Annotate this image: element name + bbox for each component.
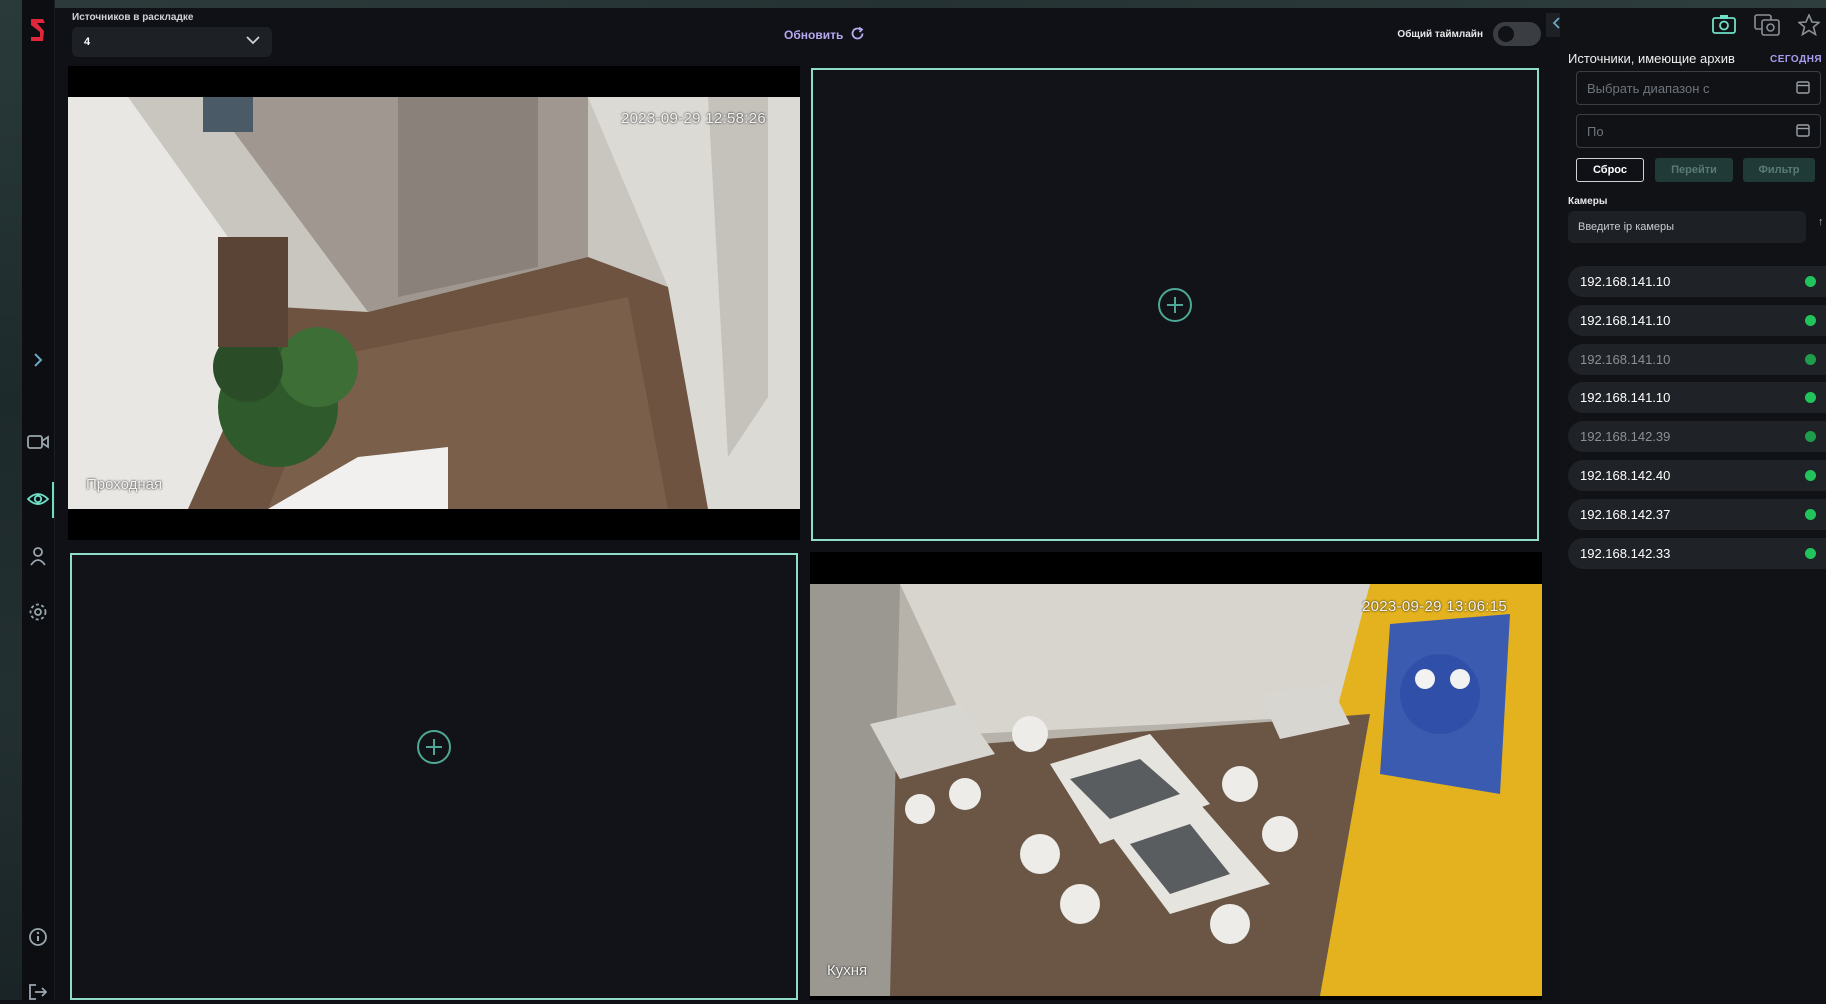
chevron-left-icon <box>1552 16 1560 34</box>
camera-list-item[interactable]: 192.168.141.10 <box>1568 382 1826 414</box>
reset-button[interactable]: Сброс <box>1576 158 1644 182</box>
layout-count-value: 4 <box>84 36 91 48</box>
panel-toolbar <box>1712 12 1822 41</box>
video-camera-icon[interactable] <box>26 430 50 454</box>
camera-ip: 192.168.141.10 <box>1580 390 1671 406</box>
camera-timestamp: 2023-09-29 13:06:15 <box>1362 598 1507 615</box>
refresh-button[interactable]: Обновить <box>784 26 865 44</box>
online-status-dot <box>1805 314 1816 326</box>
filter-button[interactable]: Фильтр <box>1743 158 1815 182</box>
camera-list-item[interactable]: 192.168.142.40 <box>1568 460 1826 491</box>
background-strip-top <box>0 0 1826 8</box>
camera-ip: 192.168.141.10 <box>1580 351 1671 367</box>
camera-ip: 192.168.142.40 <box>1580 468 1671 483</box>
go-button[interactable]: Перейти <box>1655 158 1733 182</box>
camera-ip: 192.168.142.33 <box>1580 545 1671 561</box>
online-status-dot <box>1805 547 1816 559</box>
camera-ip-search[interactable]: Введите ip камеры <box>1568 211 1806 243</box>
date-to-placeholder: По <box>1587 123 1604 139</box>
calendar-icon[interactable] <box>1796 80 1810 97</box>
camera-ip: 192.168.142.39 <box>1580 429 1671 445</box>
snapshot-camera-icon[interactable] <box>1712 14 1736 41</box>
video-tile-2-empty[interactable] <box>811 68 1539 541</box>
cameras-label: Камеры <box>1568 196 1608 207</box>
sort-icon[interactable]: ↑ <box>1818 216 1824 228</box>
camera-list-item[interactable]: 192.168.141.10 <box>1568 304 1826 336</box>
star-icon[interactable] <box>1796 12 1822 41</box>
camera-list-item[interactable]: 192.168.142.39 <box>1568 421 1826 453</box>
online-status-dot <box>1805 353 1816 365</box>
gear-icon[interactable] <box>26 600 50 624</box>
background-strip-left <box>0 0 22 1000</box>
video-tile-3-empty[interactable] <box>70 553 798 1000</box>
logout-icon[interactable] <box>26 980 50 1004</box>
camera-ip-placeholder: Введите ip камеры <box>1578 221 1675 233</box>
eye-icon[interactable] <box>26 487 50 511</box>
active-indicator <box>52 482 54 518</box>
camera-ip: 192.168.141.10 <box>1580 312 1671 328</box>
refresh-label: Обновить <box>784 28 844 42</box>
video-tile-4[interactable]: 2023-09-29 13:06:15 Кухня <box>810 552 1542 1000</box>
date-from-field[interactable]: Выбрать диапазон с <box>1576 71 1821 105</box>
online-status-dot <box>1805 508 1816 520</box>
camera-list-item[interactable]: 192.168.141.10 <box>1568 266 1826 297</box>
top-bar: Источников в раскладке 4 Обновить Общий … <box>54 8 1551 64</box>
camera-timestamp: 2023-09-29 12:58:26 <box>621 110 766 127</box>
left-nav-rail <box>22 0 55 1000</box>
camera-name: Кухня <box>827 962 868 979</box>
shared-timeline-toggle[interactable] <box>1493 22 1541 46</box>
camera-list-item[interactable]: 192.168.141.10 <box>1568 343 1826 375</box>
online-status-dot <box>1805 431 1816 443</box>
panel-title: Источники, имеющие архив <box>1568 51 1735 66</box>
camera-ip: 192.168.142.37 <box>1580 506 1671 522</box>
video-tile-1[interactable]: 2023-09-29 12:58:26 Проходная <box>68 66 800 540</box>
online-status-dot <box>1805 392 1816 404</box>
today-link[interactable]: СЕГОДНЯ <box>1770 54 1822 65</box>
brand-logo-icon[interactable] <box>26 18 50 42</box>
layout-count-label: Источников в раскладке <box>72 12 194 23</box>
online-status-dot <box>1805 470 1816 481</box>
date-to-field[interactable]: По <box>1576 114 1821 148</box>
calendar-icon[interactable] <box>1796 123 1810 140</box>
info-icon[interactable] <box>26 925 50 949</box>
add-source-icon[interactable] <box>1158 287 1192 322</box>
shared-timeline-label: Общий таймлайн <box>1397 28 1483 40</box>
camera-list-item[interactable]: 192.168.142.37 <box>1568 498 1826 530</box>
archive-sources-panel: Источники, имеющие архив СЕГОДНЯ Выбрать… <box>1560 8 1826 1000</box>
shared-timeline-control: Общий таймлайн <box>1397 22 1541 46</box>
expand-chevron-icon[interactable] <box>26 348 50 372</box>
camera-ip: 192.168.141.10 <box>1580 274 1671 289</box>
user-icon[interactable] <box>26 544 50 568</box>
refresh-icon <box>850 26 865 44</box>
date-from-placeholder: Выбрать диапазон с <box>1587 80 1710 96</box>
camera-name: Проходная <box>86 476 163 493</box>
chevron-down-icon <box>246 36 260 48</box>
camera-feed-image <box>68 97 800 509</box>
camera-feed-image <box>810 584 1542 996</box>
layout-count-select[interactable]: 4 <box>72 27 272 57</box>
camera-list-item[interactable]: 192.168.142.33 <box>1568 537 1826 569</box>
multi-snapshot-icon[interactable] <box>1754 14 1780 41</box>
online-status-dot <box>1805 276 1816 287</box>
add-source-icon[interactable] <box>417 729 451 764</box>
